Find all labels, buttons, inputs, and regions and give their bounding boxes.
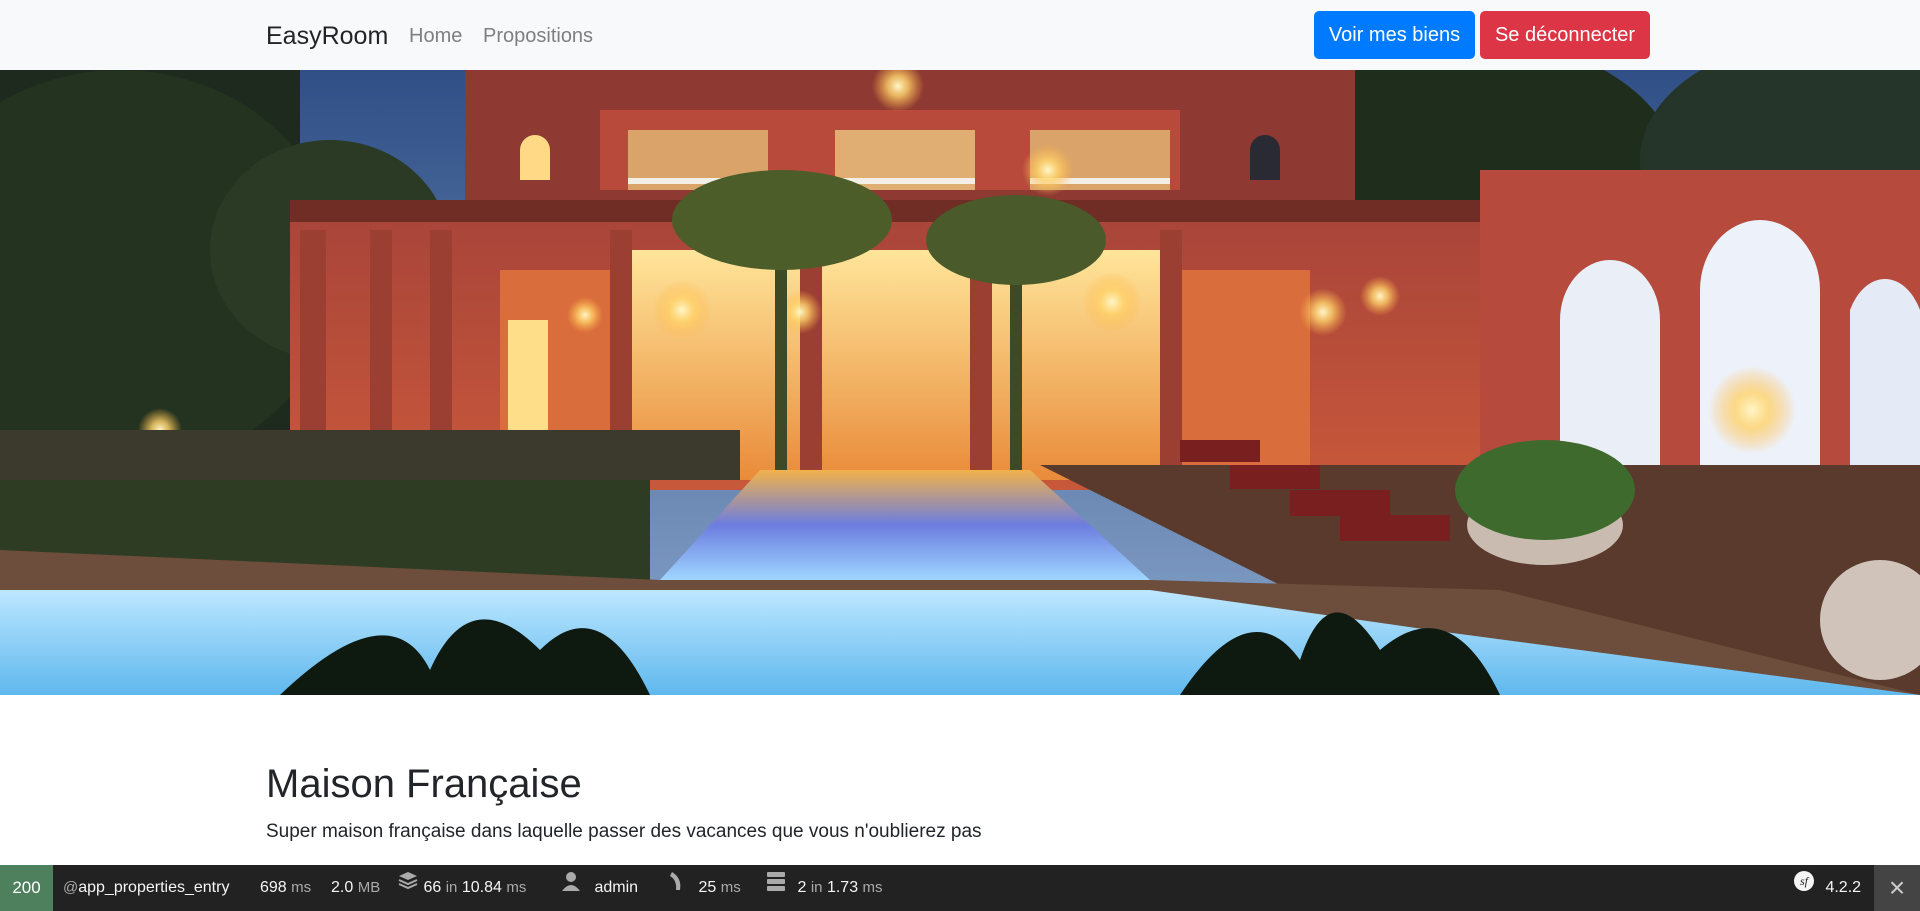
- cache-in: in: [810, 879, 823, 897]
- cache-count: 2: [797, 879, 807, 897]
- request-time[interactable]: 698 ms: [260, 865, 311, 911]
- version-number: 4.2.2: [1825, 879, 1862, 897]
- time-value: 698: [260, 879, 287, 896]
- user-name: admin: [594, 879, 639, 897]
- security-user[interactable]: admin: [560, 865, 638, 911]
- memory-usage[interactable]: 2.0 MB: [331, 865, 380, 911]
- cache-unit: ms: [862, 879, 883, 897]
- cache-calls[interactable]: 2 in 1.73 ms: [765, 865, 883, 911]
- queries-time: 10.84: [461, 879, 502, 897]
- symfony-logo-icon: sf: [1793, 865, 1815, 911]
- view-properties-button[interactable]: Voir mes biens: [1314, 11, 1475, 59]
- cache-time: 1.73: [826, 879, 859, 897]
- user-icon: [560, 865, 582, 911]
- events-unit: ms: [720, 879, 741, 897]
- server-icon: [765, 865, 787, 911]
- memory-value: 2.0: [331, 879, 354, 896]
- events-time[interactable]: 25 ms: [668, 865, 741, 911]
- route-name: app_properties_entry: [78, 879, 230, 896]
- status-code-badge[interactable]: 200: [0, 865, 53, 911]
- memory-unit: MB: [357, 879, 381, 896]
- property-description: Super maison française dans laquelle pas…: [266, 821, 982, 842]
- time-unit: ms: [291, 879, 312, 896]
- nav-link-home[interactable]: Home: [409, 22, 462, 50]
- close-icon: ×: [1888, 872, 1906, 903]
- tail-icon: [668, 865, 688, 911]
- navbar: EasyRoom Home Propositions Voir mes bien…: [0, 0, 1920, 70]
- debug-toolbar: 200 @app_properties_entry 698 ms 2.0 MB …: [0, 865, 1920, 911]
- close-toolbar-button[interactable]: ×: [1874, 865, 1920, 911]
- queries-in: in: [445, 879, 458, 897]
- nav-link-propositions[interactable]: Propositions: [483, 22, 593, 50]
- db-queries[interactable]: 66 in 10.84 ms: [397, 865, 526, 911]
- queries-count: 66: [423, 879, 442, 897]
- symfony-version[interactable]: sf 4.2.2: [1793, 865, 1861, 911]
- route-info[interactable]: @app_properties_entry: [63, 865, 229, 911]
- database-icon: [397, 865, 419, 911]
- queries-unit: ms: [506, 879, 527, 897]
- logout-button[interactable]: Se déconnecter: [1480, 11, 1650, 59]
- brand-link[interactable]: EasyRoom: [266, 20, 388, 52]
- events-value: 25: [698, 879, 717, 897]
- property-title: Maison Française: [266, 762, 582, 806]
- property-hero-image: [0, 70, 1920, 695]
- route-at: @: [63, 879, 79, 896]
